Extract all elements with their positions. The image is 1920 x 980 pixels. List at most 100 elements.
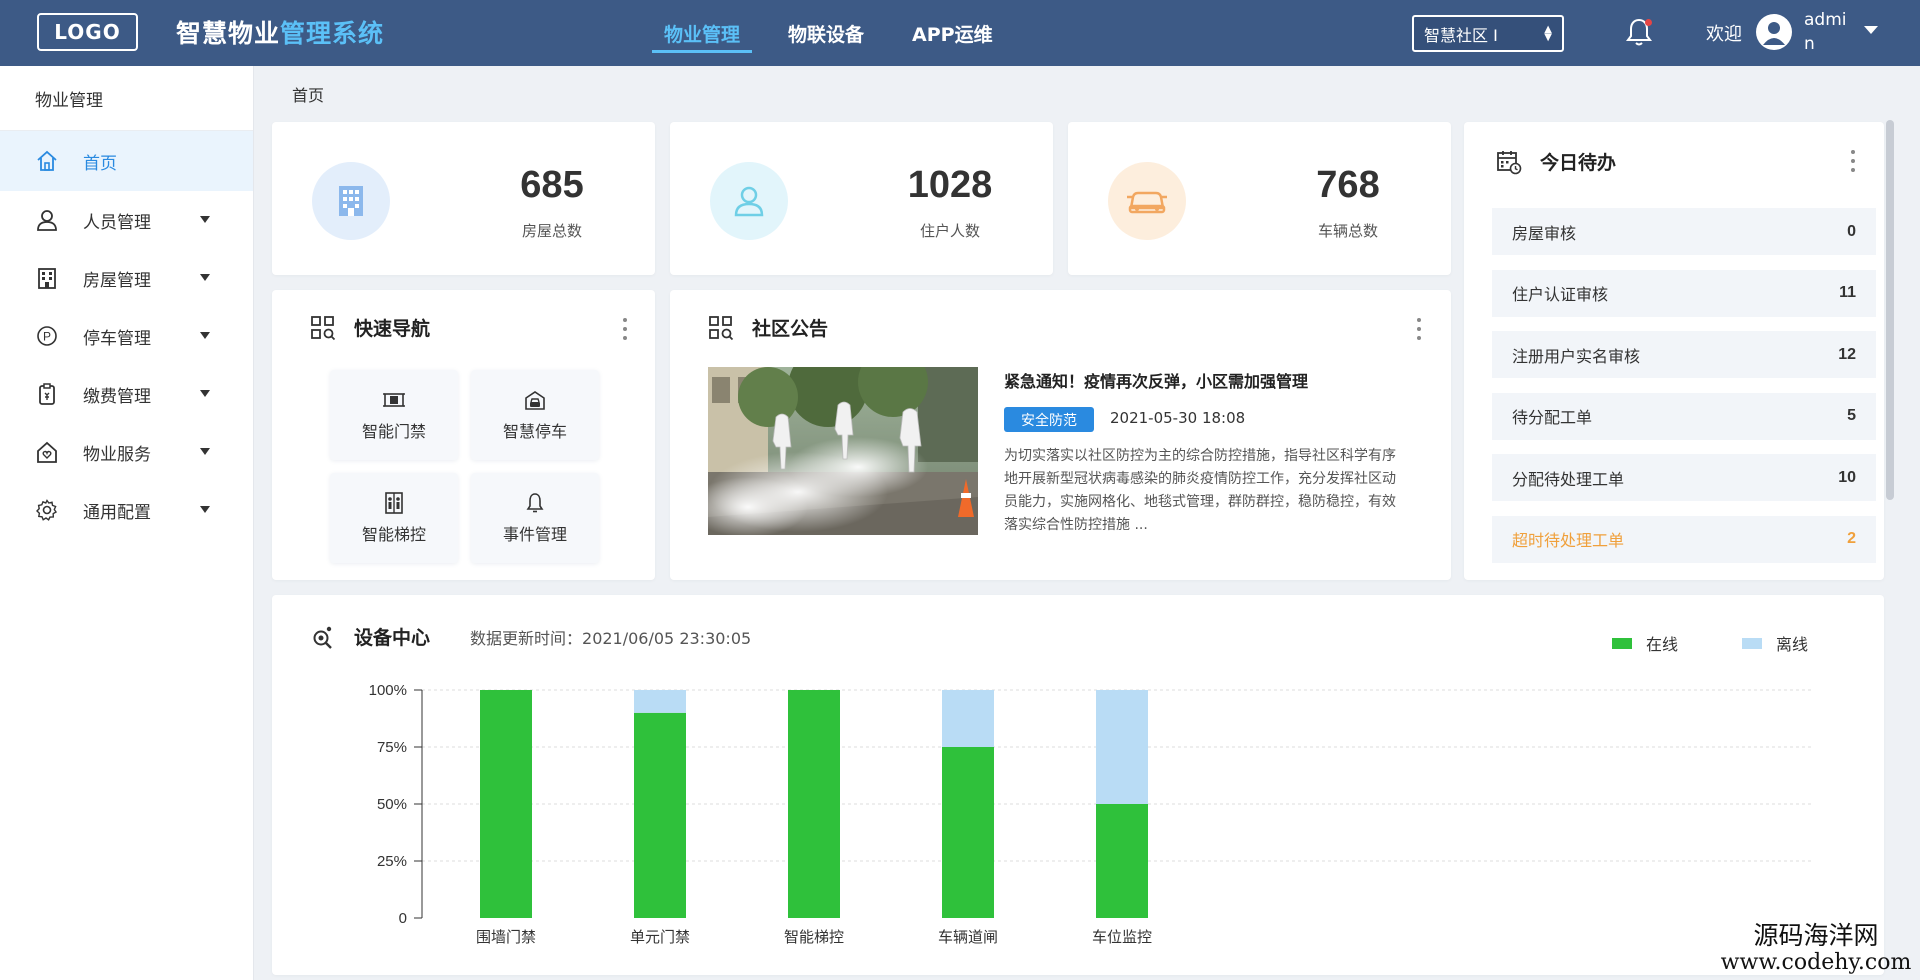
todo-count: 0	[1847, 222, 1856, 240]
sidebar-item-service[interactable]: 物业服务	[0, 423, 253, 481]
top-nav-property[interactable]: 物业管理	[640, 0, 764, 66]
x-tick-label: 车辆道闸	[938, 928, 998, 946]
user-avatar-icon[interactable]	[1756, 14, 1792, 50]
notice-headline[interactable]: 紧急通知！疫情再次反弹，小区需加强管理	[1004, 368, 1308, 392]
sidebar-item-label: 物业服务	[83, 444, 151, 465]
logo[interactable]: LOGO	[37, 13, 138, 51]
user-menu-caret-icon[interactable]	[1864, 26, 1878, 34]
sidebar-item-parking[interactable]: P 停车管理	[0, 307, 253, 365]
sidebar-item-personnel[interactable]: 人员管理	[0, 191, 253, 249]
building-icon	[312, 162, 390, 240]
stat-label: 房屋总数	[521, 222, 582, 240]
select-arrows-icon: ▲ ▼	[1544, 23, 1552, 43]
stat-label: 住户人数	[919, 222, 980, 240]
notification-bell-icon[interactable]	[1624, 16, 1654, 48]
quick-nav-access-control[interactable]: 智能门禁	[330, 370, 458, 460]
todo-item-resident-auth[interactable]: 住户认证审核 11	[1492, 269, 1876, 317]
service-icon	[35, 440, 59, 464]
top-nav: 物业管理 物联设备 APP运维	[640, 0, 1017, 66]
todo-label: 超时待处理工单	[1512, 531, 1625, 550]
sidebar-item-label: 通用配置	[83, 502, 151, 523]
x-tick-label: 车位监控	[1092, 928, 1152, 946]
quick-nav-label: 智慧停车	[502, 422, 567, 441]
todo-header: 今日待办	[1496, 148, 1616, 175]
page-scrollbar[interactable]	[1886, 120, 1894, 500]
quick-nav-header: 快速导航	[310, 314, 430, 341]
caret-down-icon	[200, 332, 210, 339]
quick-nav-panel: 快速导航 智能门禁 智慧停车 智能梯控 事件管理	[272, 290, 655, 580]
todo-more-icon[interactable]	[1850, 150, 1856, 172]
quick-nav-label: 事件管理	[502, 525, 567, 544]
x-tick-label: 围墙门禁	[476, 928, 536, 946]
app-title-main: 智慧物业	[176, 19, 281, 48]
gear-icon	[35, 498, 59, 522]
community-select[interactable]: 智慧社区 I ▲ ▼	[1412, 15, 1564, 52]
caret-down-icon	[200, 390, 210, 397]
bar-online	[480, 690, 532, 918]
stat-card-residents: 1028 住户人数	[670, 122, 1053, 275]
notice-more-icon[interactable]	[1416, 318, 1422, 340]
bar-online	[1096, 804, 1148, 918]
parking-garage-icon	[523, 388, 547, 412]
todo-item-realname-review[interactable]: 注册用户实名审核 12	[1492, 331, 1876, 378]
parking-icon: P	[35, 324, 59, 348]
caret-down-icon	[200, 448, 210, 455]
device-status-chart: 0 25% 50% 75% 100% 围墙门禁 单元门禁 智能梯控 车辆道闸 车位监控	[369, 682, 1812, 946]
calendar-clock-icon	[1496, 149, 1522, 175]
sidebar-item-housing[interactable]: 房屋管理	[0, 249, 253, 307]
svg-text:P: P	[43, 330, 51, 344]
notice-image[interactable]	[708, 367, 978, 535]
sidebar-item-payment[interactable]: 缴费管理	[0, 365, 253, 423]
notice-panel: 社区公告 紧急通知！疫情再次反弹，小区需加强管理 安全防范 2021-05-30…	[670, 290, 1451, 580]
sidebar-title: 物业管理	[0, 66, 253, 131]
top-nav-iot[interactable]: 物联设备	[764, 0, 888, 66]
bar-online	[788, 690, 840, 918]
quick-nav-elevator[interactable]: 智能梯控	[330, 473, 458, 563]
bar-offline	[634, 690, 686, 713]
notice-header: 社区公告	[708, 314, 828, 341]
bar-online	[942, 747, 994, 918]
top-nav-app[interactable]: APP运维	[888, 0, 1017, 66]
caret-down-icon	[200, 216, 210, 223]
todo-label: 注册用户实名审核	[1512, 346, 1641, 366]
sidebar-item-home[interactable]: 首页	[0, 131, 253, 191]
watermark: 源码海洋网 www.codehy.com	[1712, 922, 1920, 976]
payment-icon	[35, 382, 59, 406]
todo-label: 分配待处理工单	[1512, 469, 1625, 489]
caret-down-icon	[200, 274, 210, 281]
bar-offline	[942, 690, 994, 747]
top-header: LOGO 智慧物业管理系统 物业管理 物联设备 APP运维 智慧社区 I ▲ ▼ …	[0, 0, 1920, 66]
y-tick-label: 50%	[377, 796, 407, 813]
quick-nav-label: 智能梯控	[361, 525, 426, 544]
notice-date: 2021-05-30 18:08	[1110, 409, 1246, 427]
quick-nav-grid: 智能门禁 智慧停车 智能梯控 事件管理	[330, 370, 599, 563]
bell-icon	[523, 491, 547, 515]
stat-value: 768	[1316, 164, 1380, 206]
todo-item-house-review[interactable]: 房屋审核 0	[1492, 208, 1876, 255]
quick-nav-events[interactable]: 事件管理	[471, 473, 599, 563]
y-tick-label: 75%	[377, 739, 407, 756]
todo-count: 5	[1847, 407, 1856, 424]
quick-nav-smart-parking[interactable]: 智慧停车	[471, 370, 599, 460]
app-title-accent: 管理系统	[280, 19, 385, 48]
todo-item-unassigned-orders[interactable]: 待分配工单 5	[1492, 392, 1876, 440]
y-tick-label: 25%	[377, 853, 407, 870]
notice-tag: 安全防范	[1004, 407, 1094, 432]
todo-label: 住户认证审核	[1512, 285, 1609, 304]
y-tick-label: 100%	[369, 682, 407, 699]
sidebar-item-label: 首页	[83, 153, 117, 174]
grid-search-icon	[310, 315, 336, 341]
breadcrumb[interactable]: 首页	[292, 82, 324, 106]
elevator-icon	[382, 491, 406, 515]
watermark-cn: 源码海洋网	[1753, 921, 1879, 950]
todo-item-assigned-pending[interactable]: 分配待处理工单 10	[1492, 454, 1876, 501]
todo-item-overdue[interactable]: 超时待处理工单 2	[1492, 515, 1876, 563]
device-center-panel: 设备中心 数据更新时间：2021/06/05 23:30:05 在线 离线 02…	[272, 595, 1884, 975]
x-tick-label: 单元门禁	[630, 928, 690, 946]
username[interactable]: admin	[1804, 8, 1854, 56]
bar-offline	[1096, 690, 1148, 804]
sidebar-item-label: 停车管理	[83, 328, 151, 349]
sidebar-item-config[interactable]: 通用配置	[0, 481, 253, 539]
todo-panel: 今日待办 房屋审核 0 住户认证审核 11 注册用户实名审核 12 待分配工单 5 分配…	[1464, 122, 1884, 580]
quick-nav-more-icon[interactable]	[622, 318, 628, 340]
